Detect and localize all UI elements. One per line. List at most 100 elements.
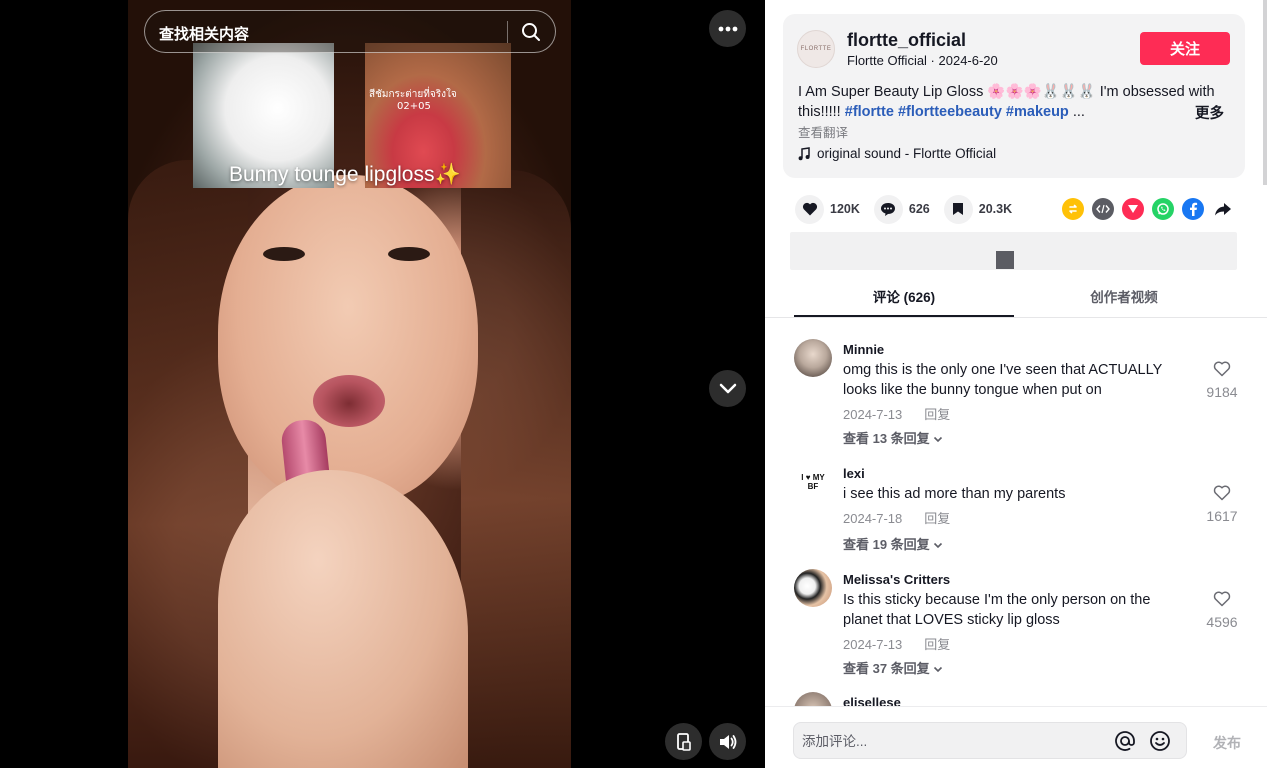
hashtag-flortteebeauty[interactable]: #flortteebeauty [898,104,1002,120]
description-ellipsis: ... [1072,104,1085,120]
view-replies-button[interactable]: 查看 37 条回复 [843,658,943,677]
video-caption: Bunny tounge lipgloss✨ [229,163,461,186]
engagement-actions: 120K 626 20.3K [795,194,1026,224]
save-count: 20.3K [978,202,1013,216]
heart-outline-icon [1213,591,1231,607]
translate-link[interactable]: 查看翻译 [798,122,848,141]
volume-icon [719,734,736,749]
comment-like[interactable]: 9184 [1202,361,1242,400]
save-button[interactable] [943,194,973,224]
sound-name: original sound - Flortte Official [817,146,997,161]
view-replies-label: 查看 19 条回复 [843,537,930,552]
comment-item: elisellese [794,692,1254,706]
picture-in-picture-button[interactable] [665,723,702,760]
comment-like-count: 4596 [1206,614,1238,630]
comment-count: 626 [908,202,930,216]
emoji-button[interactable] [1149,730,1171,757]
comment-username[interactable]: Minnie [843,342,884,357]
heart-outline-icon [1213,361,1231,377]
video-link-field[interactable] [790,232,1237,270]
more-link[interactable]: 更多 [1195,102,1224,123]
comment-like-count: 1617 [1206,508,1238,524]
facebook-icon[interactable] [1182,198,1204,220]
search-button[interactable] [515,17,547,47]
page-scrollbar[interactable] [1263,0,1267,185]
send-icon[interactable] [1122,198,1144,220]
reply-button[interactable]: 回复 [924,407,950,422]
comment-list: Minnie omg this is the only one I've see… [765,319,1267,706]
view-replies-button[interactable]: 查看 13 条回复 [843,428,943,447]
comment-username[interactable]: elisellese [843,695,901,706]
comment-like[interactable]: 1617 [1202,485,1242,524]
comment-meta: 2024-7-13 回复 [843,404,950,423]
comment-text: omg this is the only one I've seen that … [843,362,1162,398]
reply-button[interactable]: 回复 [924,511,950,526]
hashtag-flortte[interactable]: #flortte [845,104,894,120]
comment-username[interactable]: lexi [843,466,865,481]
next-video-button[interactable] [709,370,746,407]
heart-outline-icon [1213,485,1231,501]
mouth [313,375,385,427]
app-root: สีชัมกระต่ายที่จริงใจ 02+05 Bunny tounge… [0,0,1267,768]
at-sign-icon [1115,731,1135,751]
comment-username[interactable]: Melissa's Critters [843,572,950,587]
video-face [218,175,478,505]
tab-creator-videos[interactable]: 创作者视频 [1014,281,1234,317]
whatsapp-icon[interactable] [1152,198,1174,220]
volume-button[interactable] [709,723,746,760]
like-button[interactable] [795,194,824,224]
author-card: FLORTTE flortte_official Flortte Officia… [783,14,1245,178]
thai-line-1: สีชัมกระต่ายที่จริงใจ [369,89,457,100]
post-button[interactable]: 发布 [1213,733,1241,753]
comment-date: 2024-7-18 [843,511,903,526]
comment-date: 2024-7-13 [843,407,903,422]
author-meta: Flortte Official · 2024-6-20 [847,53,998,68]
eye-right [388,247,430,261]
sound-link[interactable]: original sound - Flortte Official [798,146,996,161]
view-replies-button[interactable]: 查看 19 条回复 [843,534,943,553]
copy-link-marker [996,251,1014,269]
comment-avatar[interactable] [794,569,832,607]
comment-avatar[interactable] [794,339,832,377]
comment-bubble-icon [881,202,896,216]
embed-icon[interactable] [1092,198,1114,220]
share-arrow-icon[interactable] [1212,198,1234,220]
search-placeholder: 查找相关内容 [159,26,250,43]
like-action[interactable]: 120K [795,194,860,224]
search-icon [522,23,540,41]
comment-avatar[interactable]: I ♥ MY BF [794,463,832,501]
comment-avatar[interactable] [794,692,832,706]
chevron-down-icon [719,383,736,393]
author-username[interactable]: flortte_official [847,30,966,51]
chevron-down-icon [934,542,943,549]
search-divider [507,21,508,43]
comment-action[interactable]: 626 [873,194,930,224]
tab-comments[interactable]: 评论 (626) [794,281,1014,317]
eye-left [263,247,305,261]
comment-input-box[interactable] [793,722,1187,759]
chevron-down-icon [934,666,943,673]
more-options-button[interactable] [709,10,746,47]
author-avatar[interactable]: FLORTTE [797,30,835,68]
repost-icon[interactable] [1062,198,1084,220]
hashtag-makeup[interactable]: #makeup [1006,104,1069,120]
comment-like[interactable]: 4596 [1202,591,1242,630]
video-search-bar[interactable]: 查找相关内容 [144,10,556,53]
view-replies-label: 查看 37 条回复 [843,661,930,676]
thai-line-2: 02+05 [397,101,431,112]
comment-button[interactable] [873,194,903,224]
mention-button[interactable] [1114,730,1136,757]
comment-item: Minnie omg this is the only one I've see… [794,339,1254,449]
share-buttons [1062,198,1234,220]
comment-input[interactable] [802,731,1102,751]
video-player[interactable]: สีชัมกระต่ายที่จริงใจ 02+05 Bunny tounge… [0,0,765,768]
more-dots-icon [718,26,737,31]
panel-tabs: 评论 (626) 创作者视频 [765,281,1267,318]
details-panel: FLORTTE flortte_official Flortte Officia… [765,0,1267,768]
thai-overlay-text: สีชัมกระต่ายที่จริงใจ 02+05 [369,89,457,113]
pip-icon [676,732,691,751]
comment-item: Melissa's Critters Is this sticky becaus… [794,569,1254,679]
save-action[interactable]: 20.3K [943,194,1013,224]
follow-button[interactable]: 关注 [1140,32,1230,65]
reply-button[interactable]: 回复 [924,637,950,652]
